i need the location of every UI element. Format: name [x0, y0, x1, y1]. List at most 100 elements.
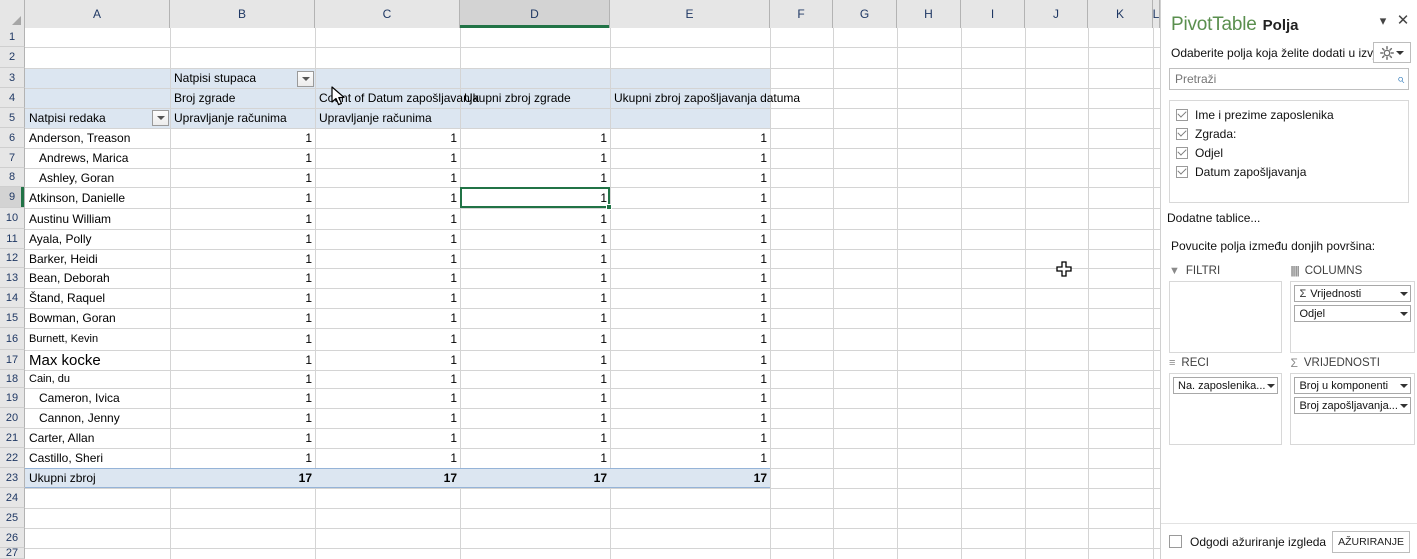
column-header-k[interactable]: K	[1088, 0, 1153, 28]
pane-tools-gear-button[interactable]	[1373, 42, 1411, 63]
pivot-row-label[interactable]: Cannon, Jenny	[25, 408, 170, 428]
pivot-data-cell[interactable]: 1	[315, 229, 460, 249]
pivot-grand-total-value[interactable]: 17	[315, 468, 460, 488]
pivot-data-cell[interactable]: 1	[170, 187, 315, 208]
pivot-data-cell[interactable]: 1	[170, 448, 315, 468]
pivot-col-total-1[interactable]: Ukupni zbroj zgrade	[460, 88, 610, 108]
row-header-25[interactable]: 25	[0, 508, 25, 528]
pivot-data-cell[interactable]: 1	[460, 249, 610, 268]
row-header-11[interactable]: 11	[0, 229, 25, 249]
pivot-data-cell[interactable]: 1	[610, 370, 770, 388]
column-header-i[interactable]: I	[961, 0, 1025, 28]
pivot-data-cell[interactable]: 1	[170, 350, 315, 370]
area-columns-dropzone[interactable]: Σ Vrijednosti Odjel	[1290, 281, 1415, 353]
pivot-data-cell[interactable]: 1	[170, 328, 315, 350]
column-header-c[interactable]: C	[315, 0, 460, 28]
area-filters-dropzone[interactable]	[1169, 281, 1283, 353]
pivot-data-cell[interactable]: 1	[170, 249, 315, 268]
pivot-data-cell[interactable]: 1	[315, 308, 460, 328]
values-pill-1[interactable]: Broj zapošljavanja...	[1294, 397, 1411, 414]
chevron-down-icon[interactable]	[1399, 403, 1408, 408]
pivot-data-cell[interactable]: 1	[460, 370, 610, 388]
pivot-col-group-2-sub[interactable]: Upravljanje računima	[315, 108, 460, 128]
pivot-data-cell[interactable]: 1	[460, 288, 610, 308]
pivot-data-cell[interactable]: 1	[315, 168, 460, 187]
pivot-data-cell[interactable]: 1	[170, 408, 315, 428]
pivot-row-label[interactable]: Andrews, Marica	[25, 148, 170, 168]
row-header-20[interactable]: 20	[0, 408, 25, 428]
pivot-col-group-1-sub[interactable]: Upravljanje računima	[170, 108, 315, 128]
search-input[interactable]	[1175, 72, 1397, 86]
pivot-data-cell[interactable]: 1	[170, 208, 315, 229]
pivot-row-label[interactable]: Anderson, Treason	[25, 128, 170, 148]
pivot-data-cell[interactable]: 1	[170, 308, 315, 328]
row-header-27[interactable]: 27	[0, 547, 25, 559]
pivot-data-cell[interactable]: 1	[460, 350, 610, 370]
pivot-row-label[interactable]: Austinu William	[25, 208, 170, 229]
pivot-row-label[interactable]: Bean, Deborah	[25, 268, 170, 288]
column-header-row[interactable]: ABCDEFGHIJKL	[0, 0, 1160, 28]
row-header-24[interactable]: 24	[0, 488, 25, 508]
pivot-data-cell[interactable]: 1	[460, 268, 610, 288]
pivot-data-cell[interactable]: 1	[610, 148, 770, 168]
pivot-data-cell[interactable]: 1	[460, 428, 610, 448]
column-header-g[interactable]: G	[833, 0, 897, 28]
columns-pill-0[interactable]: Σ Vrijednosti	[1294, 285, 1411, 302]
pivot-data-cell[interactable]: 1	[610, 448, 770, 468]
pivot-data-cell[interactable]: 1	[170, 268, 315, 288]
pivot-row-label[interactable]: Štand, Raquel	[25, 288, 170, 308]
pivot-row-label[interactable]: Cameron, Ivica	[25, 388, 170, 408]
row-header-gutter[interactable]: 1 2 3 4 5 6 7 8 9 10 11 12 13 14 15 16 17 18 19 20 21 22 23 24 2…	[0, 28, 25, 559]
field-checkbox[interactable]	[1176, 108, 1188, 121]
pivot-data-cell[interactable]: 1	[460, 128, 610, 148]
pivot-data-cell[interactable]: 1	[315, 408, 460, 428]
pivot-data-cell[interactable]: 1	[315, 148, 460, 168]
row-header-15[interactable]: 15	[0, 308, 25, 328]
pivot-data-cell[interactable]: 1	[460, 229, 610, 249]
pivot-data-cell[interactable]: 1	[610, 168, 770, 187]
pivot-data-cell[interactable]: 1	[315, 268, 460, 288]
pivot-data-cell[interactable]: 1	[315, 388, 460, 408]
column-header-h[interactable]: H	[897, 0, 961, 28]
pivot-data-cell[interactable]: 1	[460, 187, 610, 208]
pivot-data-cell[interactable]: 1	[610, 208, 770, 229]
row-header-1[interactable]: 1	[0, 28, 25, 47]
pivot-row-label[interactable]: Bowman, Goran	[25, 308, 170, 328]
field-item-3[interactable]: Datum zapošljavanja	[1170, 162, 1408, 181]
pivot-grand-total-label[interactable]: Ukupni zbroj	[25, 468, 170, 488]
area-rows-dropzone[interactable]: Na. zaposlenika...	[1169, 373, 1283, 445]
column-labels-filter-button[interactable]	[297, 71, 314, 87]
pivot-col-total-2[interactable]: Ukupni zbroj zapošljavanja datuma	[610, 88, 800, 108]
field-checkbox[interactable]	[1176, 165, 1188, 178]
pivot-row-label[interactable]: Cain, du	[25, 370, 170, 388]
fill-handle[interactable]	[606, 204, 612, 210]
pivot-data-cell[interactable]: 1	[170, 388, 315, 408]
update-button[interactable]: AŽURIRANJE	[1332, 530, 1410, 553]
pivot-grand-total-value[interactable]: 17	[170, 468, 315, 488]
pivot-row-label[interactable]: Carter, Allan	[25, 428, 170, 448]
search-icon[interactable]: ⌕	[1397, 71, 1404, 87]
pivot-col-group-1[interactable]: Broj zgrade	[170, 88, 315, 108]
pivot-row-label[interactable]: Burnett, Kevin	[25, 328, 170, 350]
pivot-grand-total-value[interactable]: 17	[610, 468, 770, 488]
pivot-data-cell[interactable]: 1	[315, 288, 460, 308]
row-header-13[interactable]: 13	[0, 268, 25, 288]
pivot-data-cell[interactable]: 1	[610, 288, 770, 308]
row-header-12[interactable]: 12	[0, 249, 25, 268]
pivot-data-cell[interactable]: 1	[460, 388, 610, 408]
row-header-23[interactable]: 23	[0, 468, 25, 488]
field-item-2[interactable]: Odjel	[1170, 143, 1408, 162]
pivot-data-cell[interactable]: 1	[315, 328, 460, 350]
pivot-data-cell[interactable]: 1	[460, 308, 610, 328]
field-checkbox-list[interactable]: Ime i prezime zaposlenika Zgrada: Odjel Dat…	[1169, 100, 1409, 203]
column-header-a[interactable]: A	[25, 0, 170, 28]
area-values-dropzone[interactable]: Broj u komponenti Broj zapošljavanja...	[1290, 373, 1415, 445]
pane-menu-chevron-down-icon[interactable]: ▾	[1375, 12, 1391, 28]
row-header-21[interactable]: 21	[0, 428, 25, 448]
row-header-2[interactable]: 2	[0, 47, 25, 68]
defer-layout-update-checkbox[interactable]	[1169, 535, 1182, 548]
pivot-data-cell[interactable]: 1	[460, 408, 610, 428]
pivot-column-labels-header[interactable]: Natpisi stupaca	[170, 68, 315, 88]
row-header-4[interactable]: 4	[0, 88, 25, 108]
pivot-row-label[interactable]: Castillo, Sheri	[25, 448, 170, 468]
